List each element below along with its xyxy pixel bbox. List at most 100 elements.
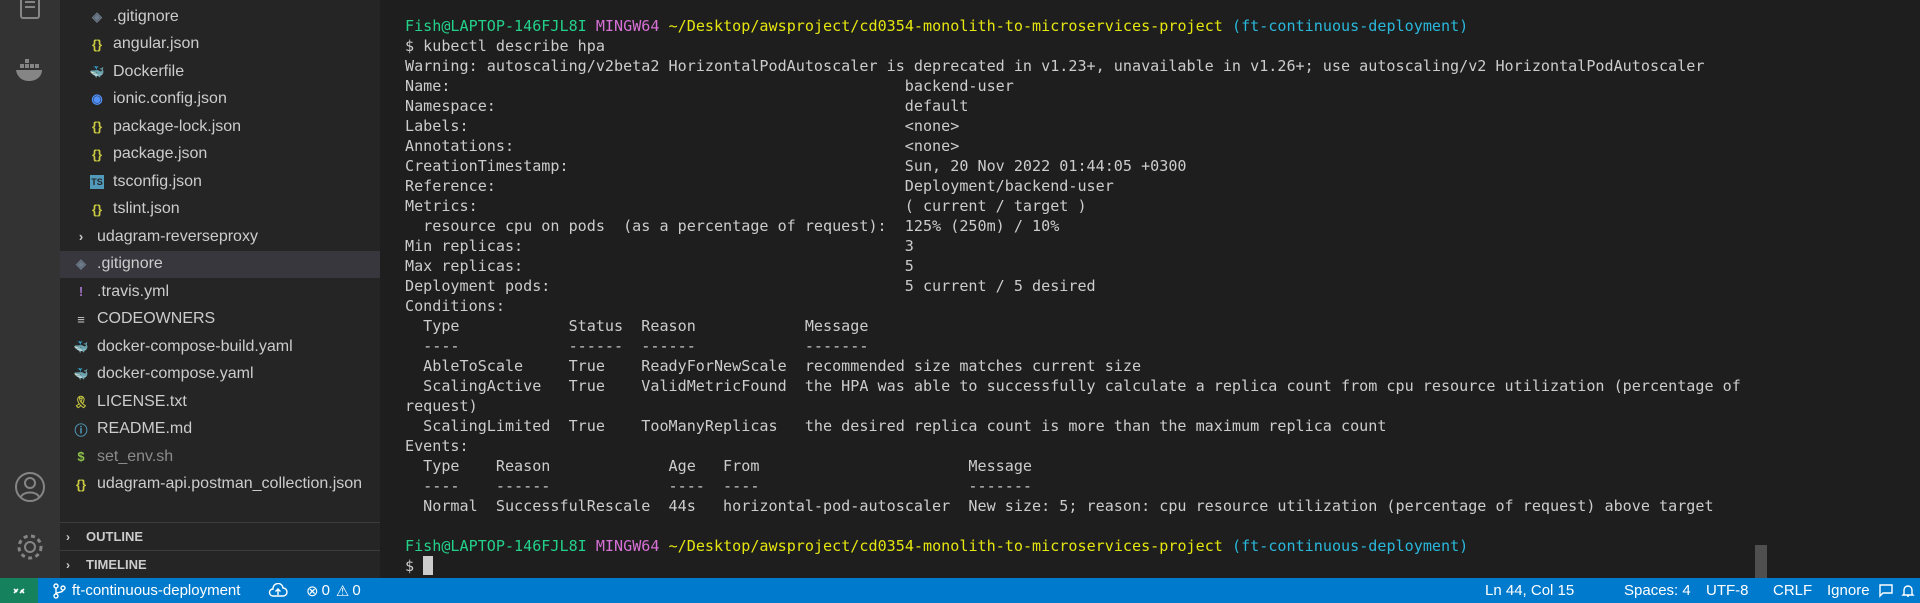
file-item[interactable]: {} package-lock.json <box>60 113 380 140</box>
file-item[interactable]: ! .travis.yml <box>60 278 380 305</box>
file-name: .travis.yml <box>97 282 169 300</box>
file-name: LICENSE.txt <box>97 392 187 410</box>
status-bar: ft-continuous-deployment ⊗ 0 ⚠ 0 Ln 44, … <box>0 578 1920 603</box>
terminal-panel[interactable]: Fish@LAPTOP-146FJL8I MINGW64 ~/Desktop/a… <box>380 0 1920 578</box>
docker-icon[interactable] <box>12 52 48 88</box>
prompt-path: ~/Desktop/awsproject/cd0354-monolith-to-… <box>668 537 1223 555</box>
warning-icon: ⚠ <box>335 582 350 600</box>
license-icon: 🎗 <box>73 394 89 409</box>
terminal-line: Conditions: <box>405 297 505 315</box>
terminal-line: Namespace: default <box>405 97 969 115</box>
notebook-icon[interactable] <box>12 0 48 28</box>
remote-icon <box>13 587 25 594</box>
terminal-line: ScalingActive True ValidMetricFound the … <box>405 377 1741 395</box>
chevron-right-icon: › <box>78 229 84 244</box>
terminal-scrollbar[interactable] <box>1755 545 1767 578</box>
file-item[interactable]: ◉ ionic.config.json <box>60 86 380 113</box>
terminal-line: Warning: autoscaling/v2beta2 HorizontalP… <box>405 57 1705 75</box>
terminal-line: request) <box>405 397 478 415</box>
section-outline[interactable]: › OUTLINE <box>60 522 380 550</box>
terminal-prompt: Fish@LAPTOP-146FJL8I MINGW64 ~/Desktop/a… <box>405 16 1741 36</box>
docker-whale-icon: 🐳 <box>89 64 105 79</box>
section-timeline[interactable]: › TIMELINE <box>60 550 380 578</box>
file-item[interactable]: TS tsconfig.json <box>60 168 380 195</box>
yaml-exclamation-icon: ! <box>78 284 84 299</box>
terminal-cursor <box>423 556 434 575</box>
file-item[interactable]: ◈ .gitignore <box>60 3 380 30</box>
terminal-line: Metrics: ( current / target ) <box>405 197 1087 215</box>
section-label: TIMELINE <box>86 557 147 572</box>
input-prompt: $ <box>405 557 424 575</box>
file-name: .gitignore <box>113 7 179 25</box>
file-item[interactable]: $ set_env.sh <box>60 443 380 470</box>
terminal-line: Type Status Reason Message <box>405 317 869 335</box>
warning-count: 0 <box>352 582 361 599</box>
file-name: .gitignore <box>97 255 163 272</box>
docker-compose-icon: 🐳 <box>73 339 89 354</box>
file-name: tsconfig.json <box>113 172 202 190</box>
file-name: angular.json <box>113 35 200 52</box>
terminal-line: ---- ------ ------ ------- <box>405 337 869 355</box>
file-name: package-lock.json <box>113 117 242 135</box>
file-item[interactable]: 🎗 LICENSE.txt <box>60 388 380 415</box>
terminal-line: Type Reason Age From Message <box>405 457 1033 475</box>
remote-indicator[interactable] <box>0 578 38 603</box>
encoding[interactable]: UTF-8 <box>1706 578 1749 603</box>
activity-bar <box>0 0 60 578</box>
terminal-line: Reference: Deployment/backend-user <box>405 177 1114 195</box>
terminal-line: Events: <box>405 437 469 455</box>
info-icon: ⓘ <box>74 422 88 438</box>
file-name: udagram-api.postman_collection.json <box>97 475 363 492</box>
shell-dollar-icon: $ <box>77 449 85 464</box>
terminal-input-line[interactable]: $ <box>405 556 1741 576</box>
file-item[interactable]: {} udagram-api.postman_collection.json <box>60 471 380 498</box>
terminal-line: Min replicas: 3 <box>405 237 914 255</box>
file-item[interactable]: 🐳 docker-compose-build.yaml <box>60 333 380 360</box>
file-name: docker-compose.yaml <box>97 365 254 382</box>
docker-compose-icon: 🐳 <box>73 367 89 381</box>
file-name: tslint.json <box>113 200 180 217</box>
feedback-icon <box>1879 583 1893 598</box>
file-item[interactable]: {} tslint.json <box>60 196 380 223</box>
line-ending[interactable]: CRLF <box>1773 578 1812 603</box>
file-name: CODEOWNERS <box>97 310 216 327</box>
json-braces-icon: {} <box>91 146 103 162</box>
terminal-line: Annotations: <none> <box>405 137 960 155</box>
file-item[interactable]: ⓘ README.md <box>60 416 380 443</box>
cursor-position[interactable]: Ln 44, Col 15 <box>1485 578 1574 603</box>
sync-button[interactable] <box>268 578 288 603</box>
json-braces-icon: {} <box>91 201 103 217</box>
file-name: README.md <box>97 420 193 437</box>
file-name: package.json <box>113 145 208 162</box>
account-icon[interactable] <box>12 469 48 505</box>
git-icon: ◈ <box>92 8 102 24</box>
problems-indicator[interactable]: ⊗ 0 ⚠ 0 <box>306 578 361 603</box>
terminal-line: AbleToScale True ReadyForNewScale recomm… <box>405 357 1142 375</box>
file-item[interactable]: ◈ .gitignore <box>60 250 380 278</box>
notifications-button[interactable] <box>1900 578 1916 603</box>
file-name: docker-compose-build.yaml <box>97 337 293 355</box>
file-item[interactable]: {} package.json <box>60 141 380 168</box>
section-label: OUTLINE <box>86 529 144 544</box>
feedback-button[interactable] <box>1878 578 1896 603</box>
file-item[interactable]: 🐳 Dockerfile <box>60 58 380 85</box>
terminal-command-output: Warning: autoscaling/v2beta2 HorizontalP… <box>405 56 1741 536</box>
terminal-line: Normal SuccessfulRescale 44s horizontal-… <box>405 497 1714 515</box>
json-braces-icon: {} <box>91 119 103 134</box>
file-item[interactable]: {} angular.json <box>60 31 380 58</box>
folder-item[interactable]: › udagram-reverseproxy <box>60 223 380 250</box>
branch-indicator[interactable]: ft-continuous-deployment <box>52 578 240 603</box>
language-mode[interactable]: Ignore <box>1827 578 1870 603</box>
prompt-user: Fish@LAPTOP-146FJL8I <box>405 17 587 35</box>
cloud-upload-icon <box>268 582 288 597</box>
gear-icon[interactable] <box>12 529 48 565</box>
terminal-output: Fish@LAPTOP-146FJL8I MINGW64 ~/Desktop/a… <box>405 16 1741 576</box>
file-item[interactable]: 🐳 docker-compose.yaml <box>60 361 380 388</box>
file-item[interactable]: ≡ CODEOWNERS <box>60 306 380 333</box>
json-braces-icon: {} <box>75 476 87 492</box>
terminal-line: Max replicas: 5 <box>405 257 914 275</box>
indentation[interactable]: Spaces: 4 <box>1624 578 1691 603</box>
chevron-right-icon: › <box>66 557 70 572</box>
prompt-branch: (ft-continuous-deployment) <box>1231 537 1469 555</box>
